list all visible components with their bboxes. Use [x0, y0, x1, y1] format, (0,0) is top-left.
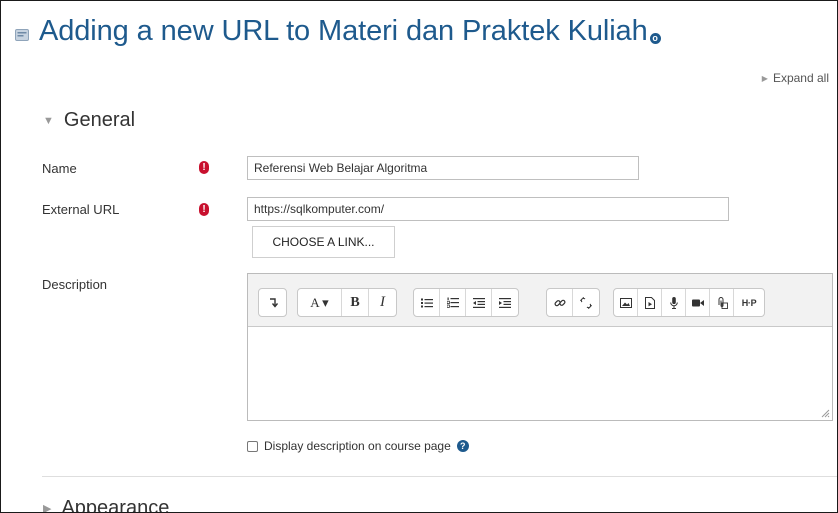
expand-all-label: Expand all: [772, 71, 829, 85]
toolbar-group-2: A ▾ B I: [297, 288, 397, 317]
h5p-button[interactable]: H·P: [734, 289, 764, 316]
italic-button[interactable]: I: [369, 289, 396, 316]
section-appearance-toggle[interactable]: ▶ Appearance: [43, 497, 170, 513]
name-input[interactable]: [247, 156, 639, 180]
description-textarea[interactable]: [248, 327, 832, 420]
unlink-button[interactable]: [573, 289, 599, 316]
toolbar-group-1: [258, 288, 287, 317]
manage-files-icon: [718, 296, 728, 309]
ordered-list-button[interactable]: [440, 289, 466, 316]
display-description-label: Display description on course page: [264, 439, 451, 453]
page-frame: Adding a new URL to Materi dan Praktek K…: [0, 0, 838, 513]
required-icon: !: [199, 161, 209, 174]
section-general-toggle[interactable]: ▼ General: [43, 109, 135, 132]
help-icon[interactable]: o: [649, 33, 661, 44]
description-editor: A ▾ B I H·P: [247, 273, 833, 421]
external-url-label: External URL: [42, 202, 120, 217]
record-audio-button[interactable]: [662, 289, 686, 316]
editor-toolbar: A ▾ B I H·P: [248, 274, 832, 327]
resize-grip-icon[interactable]: [818, 406, 830, 418]
media-icon: [644, 296, 655, 309]
indent-button[interactable]: [492, 289, 518, 316]
external-url-input[interactable]: [247, 197, 729, 221]
toggle-more-icon: [269, 298, 278, 308]
bold-icon: B: [350, 294, 360, 310]
microphone-icon: [669, 296, 678, 309]
unordered-list-button[interactable]: [414, 289, 440, 316]
manage-files-button[interactable]: [710, 289, 734, 316]
url-module-icon: [15, 28, 29, 41]
description-label: Description: [42, 277, 108, 292]
font-style-icon: A ▾: [310, 294, 329, 310]
section-divider: [42, 476, 837, 477]
required-icon: !: [199, 203, 209, 216]
h5p-icon: H·P: [741, 297, 757, 308]
section-general-label: General: [63, 109, 136, 131]
media-button[interactable]: [638, 289, 662, 316]
ordered-list-icon: [446, 297, 459, 308]
choose-link-button[interactable]: CHOOSE A LINK...: [252, 226, 395, 258]
expand-all-link[interactable]: ▶ Expand all: [762, 71, 829, 85]
video-camera-icon: [691, 299, 704, 306]
name-label: Name: [42, 161, 77, 176]
bold-button[interactable]: B: [342, 289, 369, 316]
page-header: Adding a new URL to Materi dan Praktek K…: [15, 15, 661, 48]
toolbar-group-4: [546, 288, 600, 317]
image-button[interactable]: [614, 289, 638, 316]
image-icon: [619, 297, 632, 308]
help-icon[interactable]: ?: [456, 440, 469, 452]
unordered-list-icon: [420, 298, 433, 307]
outdent-button[interactable]: [466, 289, 492, 316]
caret-down-icon: ▼: [43, 114, 54, 127]
caret-right-icon: ▶: [43, 503, 52, 513]
caret-right-icon: ▶: [761, 74, 768, 83]
section-appearance-label: Appearance: [61, 497, 170, 513]
unlink-icon: [580, 296, 592, 309]
outdent-icon: [472, 297, 485, 308]
display-description-row: Display description on course page ?: [247, 439, 469, 453]
record-video-button[interactable]: [686, 289, 710, 316]
link-icon: [553, 299, 566, 306]
toolbar-group-3: [413, 288, 519, 317]
indent-icon: [499, 297, 511, 308]
toggle-more-button[interactable]: [259, 289, 286, 316]
display-description-checkbox[interactable]: [247, 440, 258, 452]
page-title: Adding a new URL to Materi dan Praktek K…: [39, 15, 648, 47]
toolbar-group-5: H·P: [613, 288, 765, 317]
font-style-button[interactable]: A ▾: [298, 289, 342, 316]
italic-icon: I: [380, 294, 385, 310]
link-button[interactable]: [547, 289, 573, 316]
